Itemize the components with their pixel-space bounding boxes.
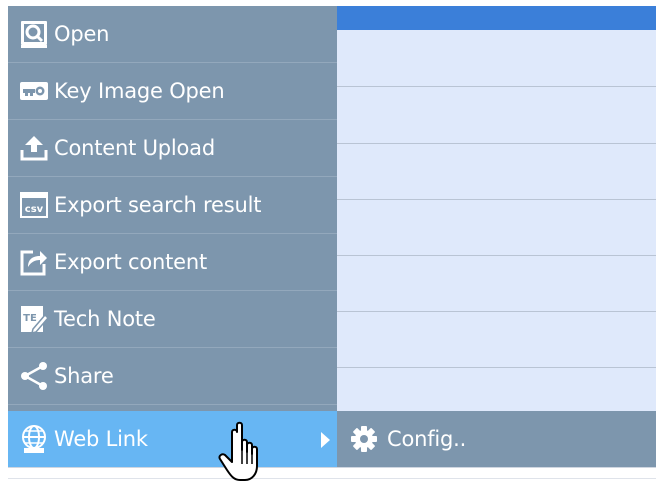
menu-item-label: Tech Note xyxy=(54,307,156,331)
menu-item-label: Share xyxy=(54,364,114,388)
list-row-divider xyxy=(337,311,656,312)
menu-item-label: Export content xyxy=(54,250,208,274)
menu-item-label: Export search result xyxy=(54,193,262,217)
menu-item-label: Key Image Open xyxy=(54,79,225,103)
key-icon xyxy=(19,76,49,106)
menu-item-tech-note[interactable]: TE Tech Note xyxy=(8,291,337,348)
gear-icon xyxy=(349,424,379,454)
menu-item-share[interactable]: Share xyxy=(8,348,337,405)
list-row-divider xyxy=(337,143,656,144)
list-row-divider xyxy=(337,367,656,368)
list-row-divider xyxy=(337,86,656,87)
svg-text:csv: csv xyxy=(25,204,44,215)
list-row-divider xyxy=(337,255,656,256)
export-icon xyxy=(19,247,49,277)
submenu-item-label: Config.. xyxy=(387,427,467,451)
menu-item-web-link[interactable]: Web Link xyxy=(8,411,337,467)
menu-item-label: Web Link xyxy=(54,427,148,451)
svg-text:TE: TE xyxy=(23,313,37,324)
upload-icon xyxy=(19,133,49,163)
screen: Open Key Image Open Content Upload csv E… xyxy=(0,0,656,488)
menu-item-export-search-result[interactable]: csv Export search result xyxy=(8,177,337,234)
submenu-item-config[interactable]: Config.. xyxy=(337,411,656,467)
tech-note-icon: TE xyxy=(19,304,49,334)
csv-icon: csv xyxy=(19,190,49,220)
chevron-right-icon xyxy=(321,432,330,448)
list-footer-divider xyxy=(8,478,656,479)
globe-icon xyxy=(19,424,49,454)
magnifier-open-icon xyxy=(19,19,49,49)
menu-item-label: Content Upload xyxy=(54,136,215,160)
result-list-header xyxy=(337,6,656,30)
context-menu: Open Key Image Open Content Upload csv E… xyxy=(8,6,337,467)
menu-item-open[interactable]: Open xyxy=(8,6,337,63)
menu-item-label: Open xyxy=(54,22,110,46)
menu-item-content-upload[interactable]: Content Upload xyxy=(8,120,337,177)
menu-item-key-image-open[interactable]: Key Image Open xyxy=(8,63,337,120)
result-list xyxy=(337,6,656,411)
share-icon xyxy=(19,361,49,391)
menu-item-export-content[interactable]: Export content xyxy=(8,234,337,291)
list-row-divider xyxy=(337,199,656,200)
web-link-submenu: Config.. xyxy=(337,411,656,467)
